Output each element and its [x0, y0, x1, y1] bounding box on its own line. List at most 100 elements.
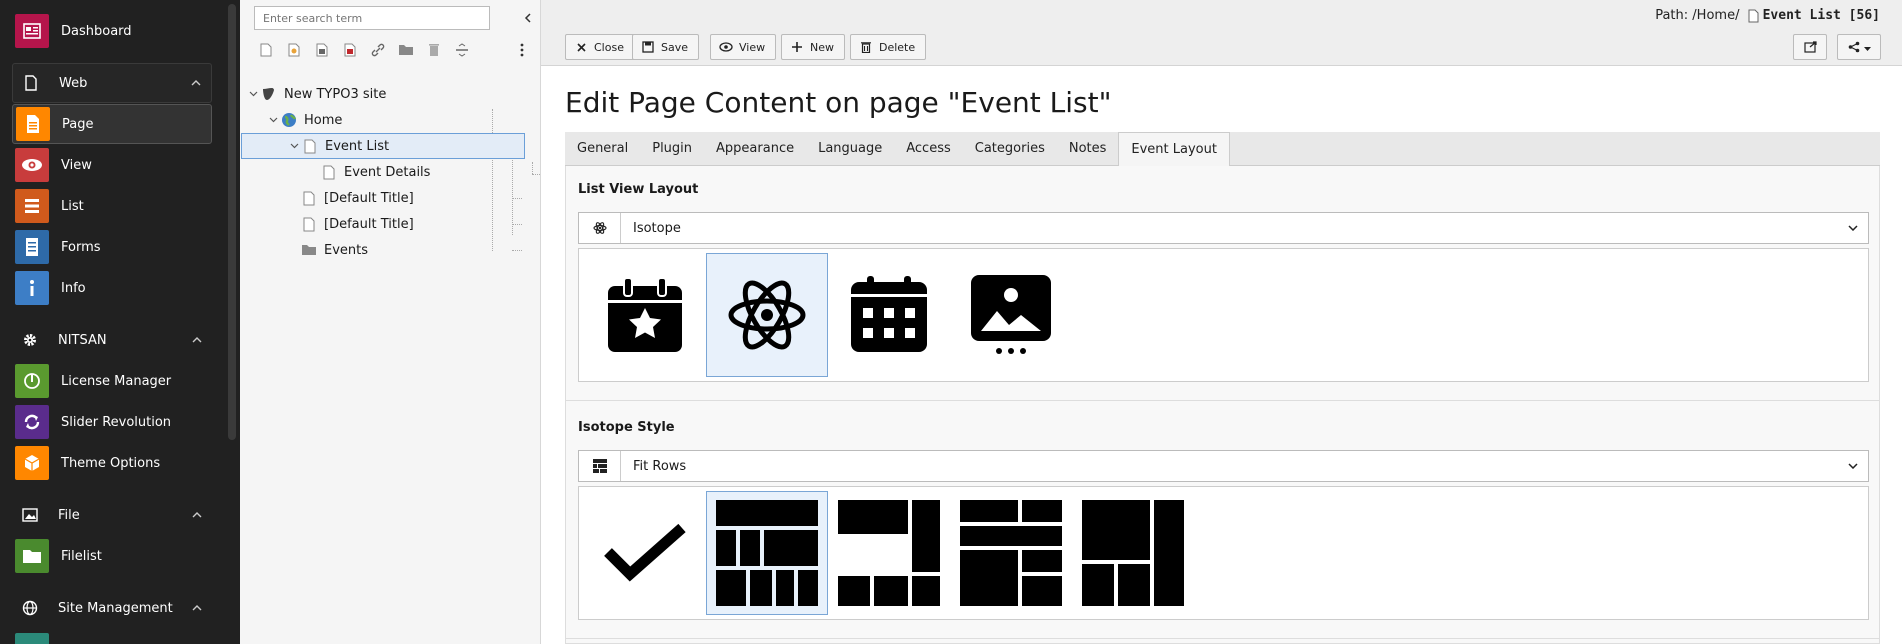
tab-plugin[interactable]: Plugin	[640, 132, 704, 165]
tab-access[interactable]: Access	[894, 132, 963, 165]
chevron-up-icon	[182, 512, 212, 518]
link-icon[interactable]	[364, 38, 392, 62]
new-page-link-icon[interactable]	[308, 38, 336, 62]
isotope-style-select[interactable]: Fit Rows	[578, 450, 1869, 482]
tree-node-events[interactable]: Events	[300, 237, 368, 263]
isotope-style-label: Isotope Style	[578, 420, 675, 435]
refresh-icon	[15, 405, 49, 439]
new-page-icon[interactable]	[252, 38, 280, 62]
doc-header: Path: /Home/ Event List [56] Close Save …	[541, 0, 1902, 66]
chevron-up-icon	[182, 337, 212, 343]
group-label: Site Management	[58, 600, 173, 616]
tab-categories[interactable]: Categories	[963, 132, 1057, 165]
chevron-down-icon	[1838, 225, 1868, 231]
more-options-icon[interactable]	[508, 38, 536, 62]
group-web[interactable]: Web	[12, 63, 212, 103]
save-button[interactable]: Save	[632, 34, 700, 60]
close-icon	[574, 40, 588, 54]
plus-icon	[790, 40, 804, 54]
tab-panel: List View Layout Isotope Isotope Style F…	[565, 166, 1880, 644]
module-list[interactable]: List	[12, 186, 212, 226]
button-label: View	[739, 40, 766, 54]
trash-icon	[859, 40, 873, 54]
collapse-tree-button[interactable]	[520, 10, 536, 26]
tree-node-event-details[interactable]: Event Details	[320, 159, 430, 185]
tree-search-input[interactable]	[254, 6, 490, 30]
tree-node-event-list[interactable]: Event List	[241, 133, 525, 159]
group-site-management[interactable]: Site Management	[12, 588, 212, 628]
layout-option-calendar-grid[interactable]	[828, 253, 950, 377]
chevron-down-icon[interactable]	[246, 91, 260, 97]
tree-search-row	[254, 6, 531, 30]
tab-event-layout[interactable]: Event Layout	[1118, 132, 1230, 166]
module-partial[interactable]	[12, 630, 212, 644]
layout-option-calendar-star[interactable]	[584, 253, 706, 377]
tree-node-default-title[interactable]: [Default Title]	[300, 185, 414, 211]
module-filelist[interactable]: Filelist	[12, 536, 212, 576]
module-icon	[15, 633, 49, 644]
group-label: Web	[59, 75, 88, 91]
breadcrumb: Path: /Home/ Event List [56]	[1655, 8, 1880, 23]
module-label: Page	[62, 116, 94, 132]
list-view-layout-select[interactable]: Isotope	[578, 212, 1869, 244]
new-page-backend-icon[interactable]	[336, 38, 364, 62]
style-option-none[interactable]	[584, 491, 706, 615]
view-button[interactable]: View	[710, 34, 777, 60]
module-slider-revolution[interactable]: Slider Revolution	[12, 402, 212, 442]
globe-icon	[12, 600, 48, 616]
new-folder-icon[interactable]	[392, 38, 420, 62]
style-option-cells-by-row[interactable]	[950, 491, 1072, 615]
chevron-down-icon[interactable]	[287, 143, 301, 149]
chevron-up-icon	[181, 80, 211, 86]
chevron-down-icon	[1838, 463, 1868, 469]
dashboard-icon	[15, 14, 49, 48]
info-icon	[15, 271, 49, 305]
tree-node-default-title[interactable]: [Default Title]	[300, 211, 414, 237]
select-value: Fit Rows	[633, 458, 687, 474]
new-button[interactable]: New	[781, 34, 845, 60]
folder-icon	[15, 539, 49, 573]
style-option-fit-rows[interactable]	[706, 491, 828, 615]
calendar-grid-icon	[851, 276, 927, 352]
style-option-masonry[interactable]	[828, 491, 950, 615]
module-menu-scrollbar[interactable]	[228, 4, 236, 440]
trash-icon[interactable]	[420, 38, 448, 62]
group-nitsan[interactable]: NITSAN	[12, 320, 212, 360]
select-value: Isotope	[633, 220, 681, 236]
gear-icon	[12, 332, 48, 348]
tab-language[interactable]: Language	[806, 132, 894, 165]
module-theme-options[interactable]: Theme Options	[12, 443, 212, 483]
divider-icon[interactable]	[448, 38, 476, 62]
style-option-masonry-horizontal[interactable]	[1072, 491, 1194, 615]
group-file[interactable]: File	[12, 495, 212, 535]
share-icon	[1847, 40, 1860, 54]
chevron-down-icon[interactable]	[266, 117, 280, 123]
module-view[interactable]: View	[12, 145, 212, 185]
layout-option-atom[interactable]	[706, 253, 828, 377]
eye-icon	[15, 148, 49, 182]
delete-button[interactable]: Delete	[850, 34, 927, 60]
open-new-window-button[interactable]	[1793, 34, 1827, 60]
module-forms[interactable]: Forms	[12, 227, 212, 267]
module-info[interactable]: Info	[12, 268, 212, 308]
new-page-shortcut-icon[interactable]	[280, 38, 308, 62]
share-dropdown-button[interactable]	[1837, 34, 1881, 60]
tab-notes[interactable]: Notes	[1057, 132, 1119, 165]
tab-appearance[interactable]: Appearance	[704, 132, 806, 165]
save-icon	[641, 40, 655, 54]
caret-down-icon	[1864, 41, 1871, 54]
tree-node-home[interactable]: Home	[266, 107, 342, 133]
module-dashboard[interactable]: Dashboard	[12, 11, 212, 51]
list-icon	[15, 189, 49, 223]
cells-by-row-icon	[960, 500, 1062, 606]
tab-general[interactable]: General	[565, 132, 640, 165]
tree-node-root[interactable]: New TYPO3 site	[246, 81, 386, 107]
image-gallery-icon	[971, 275, 1051, 354]
module-label: Info	[61, 280, 86, 296]
module-menu: Dashboard Web Page View List Forms Info …	[0, 0, 240, 644]
folder-icon	[300, 241, 318, 259]
close-button[interactable]: Close	[565, 34, 635, 60]
module-page[interactable]: Page	[12, 104, 212, 144]
module-license-manager[interactable]: License Manager	[12, 361, 212, 401]
layout-option-image-gallery[interactable]	[950, 253, 1072, 377]
